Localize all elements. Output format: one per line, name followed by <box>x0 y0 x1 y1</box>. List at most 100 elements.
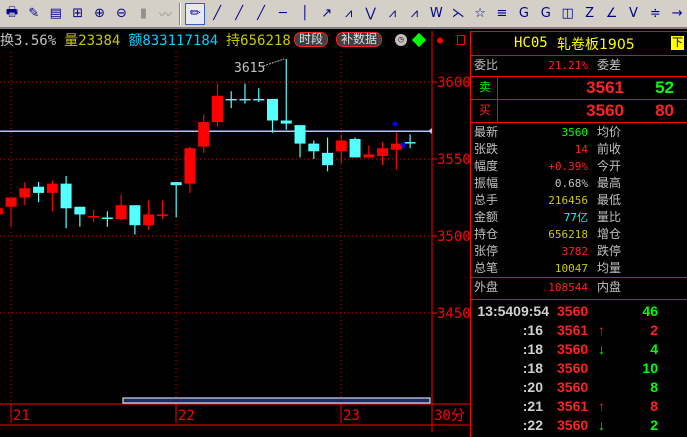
down-badge[interactable]: 下 <box>671 36 684 50</box>
tick-time: :16 <box>522 322 543 338</box>
sell-price: 3561 <box>586 78 624 97</box>
candle-body <box>129 205 141 226</box>
volume: 23384 <box>78 33 121 49</box>
quote-label: 幅度 <box>474 159 499 173</box>
x-tick-label: 22 <box>178 408 195 424</box>
outer-label: 外盘 <box>474 280 499 294</box>
y-tick-label: 3500 <box>437 229 470 245</box>
kline-chart[interactable]: 3600 3550 3500 3450 21 22 23 30分 3615 <box>0 0 470 437</box>
quote-label: 张停 <box>474 244 499 258</box>
tick-time: :20 <box>522 379 543 395</box>
horizontal-scrollbar[interactable] <box>122 397 431 404</box>
quote-label-right: 今开 <box>597 159 622 173</box>
candle-body <box>349 138 361 158</box>
tick-volume: 4 <box>650 341 658 357</box>
tick-time: :18 <box>522 360 543 376</box>
fan-icon[interactable]: ∠ <box>602 3 622 25</box>
candle-body <box>46 183 58 193</box>
period-button[interactable]: 时段 <box>294 32 329 47</box>
quote-label-right: 跌停 <box>597 244 622 258</box>
volume-label: 量 <box>64 33 79 49</box>
quote-row: 幅度 +0.39% 今开 <box>471 158 687 175</box>
tick-price: 3560 <box>557 417 589 433</box>
candle-body <box>101 217 113 220</box>
candle-body <box>322 152 334 166</box>
more-icon[interactable]: → <box>667 3 687 25</box>
turnover: 换3.56% <box>0 33 57 49</box>
quote-row: 总笔 10047 均量 <box>471 260 687 277</box>
tick-row: :18 3560 10 <box>471 359 687 378</box>
tick-row: :16 3561 ↑ 2 <box>471 321 687 340</box>
tick-direction-icon: ↓ <box>598 417 605 433</box>
outer-value: 108544 <box>548 281 588 294</box>
parallel-icon[interactable]: ≡ <box>492 3 512 25</box>
reference-line-handle <box>428 128 432 134</box>
tick-volume: 10 <box>642 360 658 376</box>
tick-row: :20 3560 8 <box>471 378 687 397</box>
tick-price: 3560 <box>557 303 589 319</box>
channel-icon[interactable]: ≑ <box>645 3 665 25</box>
buy-price: 3560 <box>586 101 624 120</box>
candle-body <box>115 205 127 220</box>
candle-body <box>267 98 278 121</box>
candle-body <box>404 142 416 144</box>
oi: 656218 <box>240 33 291 49</box>
tick-price: 3560 <box>557 379 589 395</box>
tick-row: :22 3560 ↓ 2 <box>471 416 687 435</box>
candle-body <box>5 197 17 207</box>
gann-icon[interactable]: G <box>514 3 534 25</box>
quote-value: +0.39% <box>548 160 588 173</box>
v-icon[interactable]: V <box>623 3 643 25</box>
panel-toggle-icon[interactable] <box>457 35 465 45</box>
fill-data-button[interactable]: 补数据 <box>336 32 383 47</box>
tick-price: 3560 <box>557 341 589 357</box>
candle-body <box>74 206 86 215</box>
quote-label: 总笔 <box>474 261 499 275</box>
tick-price: 3560 <box>557 360 589 376</box>
y-tick-label: 3450 <box>437 306 470 322</box>
candle-body <box>335 140 347 152</box>
tick-row: 13:5409:54 3560 46 <box>471 302 687 321</box>
candle-body <box>211 95 223 123</box>
star-icon[interactable]: ☆ <box>470 3 490 25</box>
x-tick-label: 21 <box>13 408 30 424</box>
contract-code: HC05 <box>514 35 548 51</box>
candle-body <box>33 186 45 193</box>
tick-direction-icon: ↑ <box>598 322 605 338</box>
tick-volume: 8 <box>650 379 658 395</box>
candle-body <box>239 98 251 101</box>
pin-icon[interactable]: ● <box>437 35 443 46</box>
buy-volume: 80 <box>655 101 674 120</box>
candle-body <box>60 183 72 209</box>
tick-row: :18 3560 ↓ 4 <box>471 340 687 359</box>
clock-icon[interactable]: ◷ <box>395 34 407 46</box>
candle-body <box>390 143 402 150</box>
candle-body <box>88 215 100 218</box>
z-icon[interactable]: Z <box>580 3 600 25</box>
quote-label: 持仓 <box>474 227 499 241</box>
quote-row: 总手 216456 最低 <box>471 192 687 209</box>
tick-volume: 46 <box>642 303 658 319</box>
x-tick-label: 23 <box>343 408 360 424</box>
tick-direction-icon: ↓ <box>598 341 605 357</box>
candle-body <box>253 98 265 101</box>
weibi-value: 21.21% <box>548 59 588 72</box>
quote-panel: HC05 轧卷板1905 下 委比 21.21% 委差 卖 3561 52 买 3560 8… <box>470 31 687 437</box>
tick-time: :22 <box>522 417 543 433</box>
quote-row: 最新 3560 均价 <box>471 124 687 141</box>
quote-value: 3560 <box>561 126 589 139</box>
candle-body <box>19 188 31 198</box>
tick-volume: 2 <box>650 417 658 433</box>
candle-body <box>156 214 168 216</box>
quote-value: 14 <box>574 143 588 156</box>
quote-row: 金额 77亿 量比 <box>471 209 687 226</box>
tick-volume: 8 <box>650 398 658 414</box>
tick-price: 3561 <box>557 398 589 414</box>
gann2-icon[interactable]: G <box>536 3 556 25</box>
period-label: 30分 <box>434 408 465 424</box>
quote-label: 总手 <box>474 193 499 207</box>
box-icon[interactable]: ◫ <box>558 3 578 25</box>
quote-value: 216456 <box>548 194 588 207</box>
tick-direction-icon: ↑ <box>598 398 605 414</box>
contract-name: 轧卷板1905 <box>557 37 635 53</box>
